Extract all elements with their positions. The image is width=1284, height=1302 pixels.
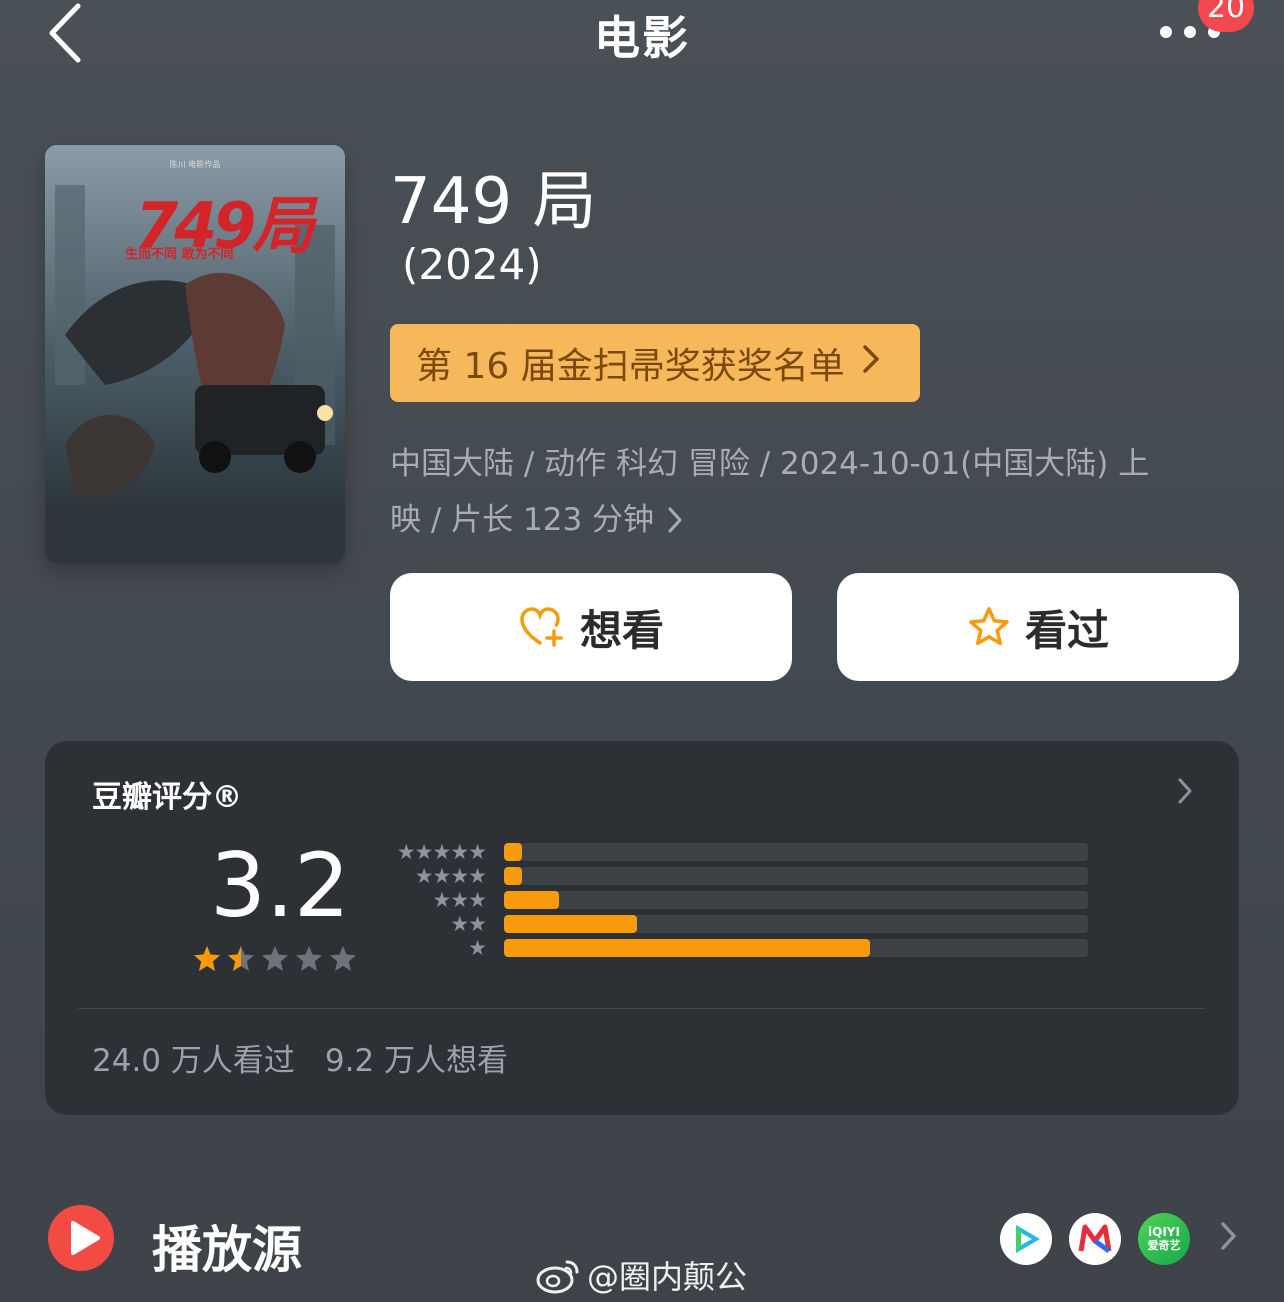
iqiyi-icon[interactable]: iQIYI 爱奇艺	[1138, 1213, 1190, 1265]
award-label: 第 16 届金扫帚奖获奖名单	[416, 346, 845, 387]
movie-title: 749 局	[390, 165, 597, 239]
meta-line-2: 映 / 片长 123 分钟	[390, 502, 655, 538]
bar-star-label: ★★★★	[414, 864, 487, 888]
divider	[78, 1008, 1205, 1009]
bar-fill	[504, 915, 637, 933]
bar-fill	[504, 843, 522, 861]
bar-track	[504, 939, 1088, 957]
chevron-right-icon[interactable]	[1176, 776, 1194, 814]
page-title: 电影	[594, 11, 690, 65]
want-label: 想看	[579, 605, 664, 655]
bar-track	[504, 915, 1088, 933]
poster-tagline: 生而不同 敢为不同	[125, 247, 234, 262]
meta-line-1: 中国大陆 / 动作 科幻 冒险 / 2024-10-01(中国大陆) 上	[390, 446, 1150, 482]
chevron-right-icon	[861, 343, 881, 384]
watched-button[interactable]: 看过	[837, 573, 1239, 681]
bar-fill	[504, 939, 871, 957]
rating-star-icon	[296, 946, 322, 971]
seen-count: 24.0 万人看过	[92, 1043, 295, 1079]
want-to-watch-button[interactable]: 想看	[390, 573, 792, 681]
rating-bar-5-star: ★★★★★	[380, 840, 1088, 864]
rating-star-icon	[262, 946, 288, 971]
bar-star-label: ★★	[450, 912, 487, 936]
poster-studio: 陈川 电影作品	[169, 160, 221, 169]
watermark-text: @圈内颠公	[587, 1258, 748, 1296]
movie-poster[interactable]: 陈川 电影作品 749局 生而不同 敢为不同	[45, 145, 345, 563]
weibo-icon	[536, 1260, 579, 1294]
bar-track	[504, 843, 1088, 861]
rating-bar-3-star: ★★★	[380, 888, 1088, 912]
movie-year: (2024)	[402, 240, 542, 289]
iqiyi-subtext: 爱奇艺	[1147, 1239, 1181, 1252]
bar-track	[504, 867, 1088, 885]
mgtv-icon[interactable]	[1069, 1213, 1121, 1265]
award-banner[interactable]: 第 16 届金扫帚奖获奖名单	[390, 324, 920, 402]
rating-star-icon	[330, 946, 356, 971]
bar-track	[504, 891, 1088, 909]
rating-stats: 24.0 万人看过 9.2 万人想看	[92, 1035, 508, 1080]
watermark: @圈内颠公	[535, 1252, 747, 1298]
bar-fill	[504, 891, 560, 909]
bar-star-label: ★★★	[432, 888, 487, 912]
chevron-right-icon[interactable]	[1218, 1216, 1238, 1266]
rating-star-icon	[228, 946, 254, 971]
rating-star-icon	[194, 946, 220, 971]
star-outline-icon	[969, 607, 1009, 646]
seen-label: 看过	[1024, 605, 1109, 655]
want-count: 9.2 万人想看	[324, 1043, 509, 1079]
more-dots-icon	[1160, 26, 1172, 38]
score-stars	[192, 944, 358, 974]
rating-bar-2-star: ★★	[380, 912, 1088, 936]
rating-score: 3.2	[210, 834, 350, 937]
bar-fill	[504, 867, 522, 885]
bar-star-label: ★	[468, 936, 487, 960]
bar-star-label: ★★★★★	[396, 840, 487, 864]
movie-meta[interactable]: 中国大陆 / 动作 科幻 冒险 / 2024-10-01(中国大陆) 上 映 /…	[390, 436, 1210, 548]
rating-bar-4-star: ★★★★	[380, 864, 1088, 888]
tencent-video-icon[interactable]	[1000, 1213, 1052, 1265]
play-source-label: 播放源	[152, 1221, 302, 1279]
iqiyi-text: iQIYI	[1148, 1225, 1180, 1239]
chevron-right-icon	[668, 507, 682, 533]
heart-plus-icon	[520, 607, 563, 647]
play-source-icon	[48, 1205, 114, 1271]
rating-title: 豆瓣评分®	[92, 780, 242, 815]
rating-bar-1-star: ★	[380, 936, 1088, 960]
